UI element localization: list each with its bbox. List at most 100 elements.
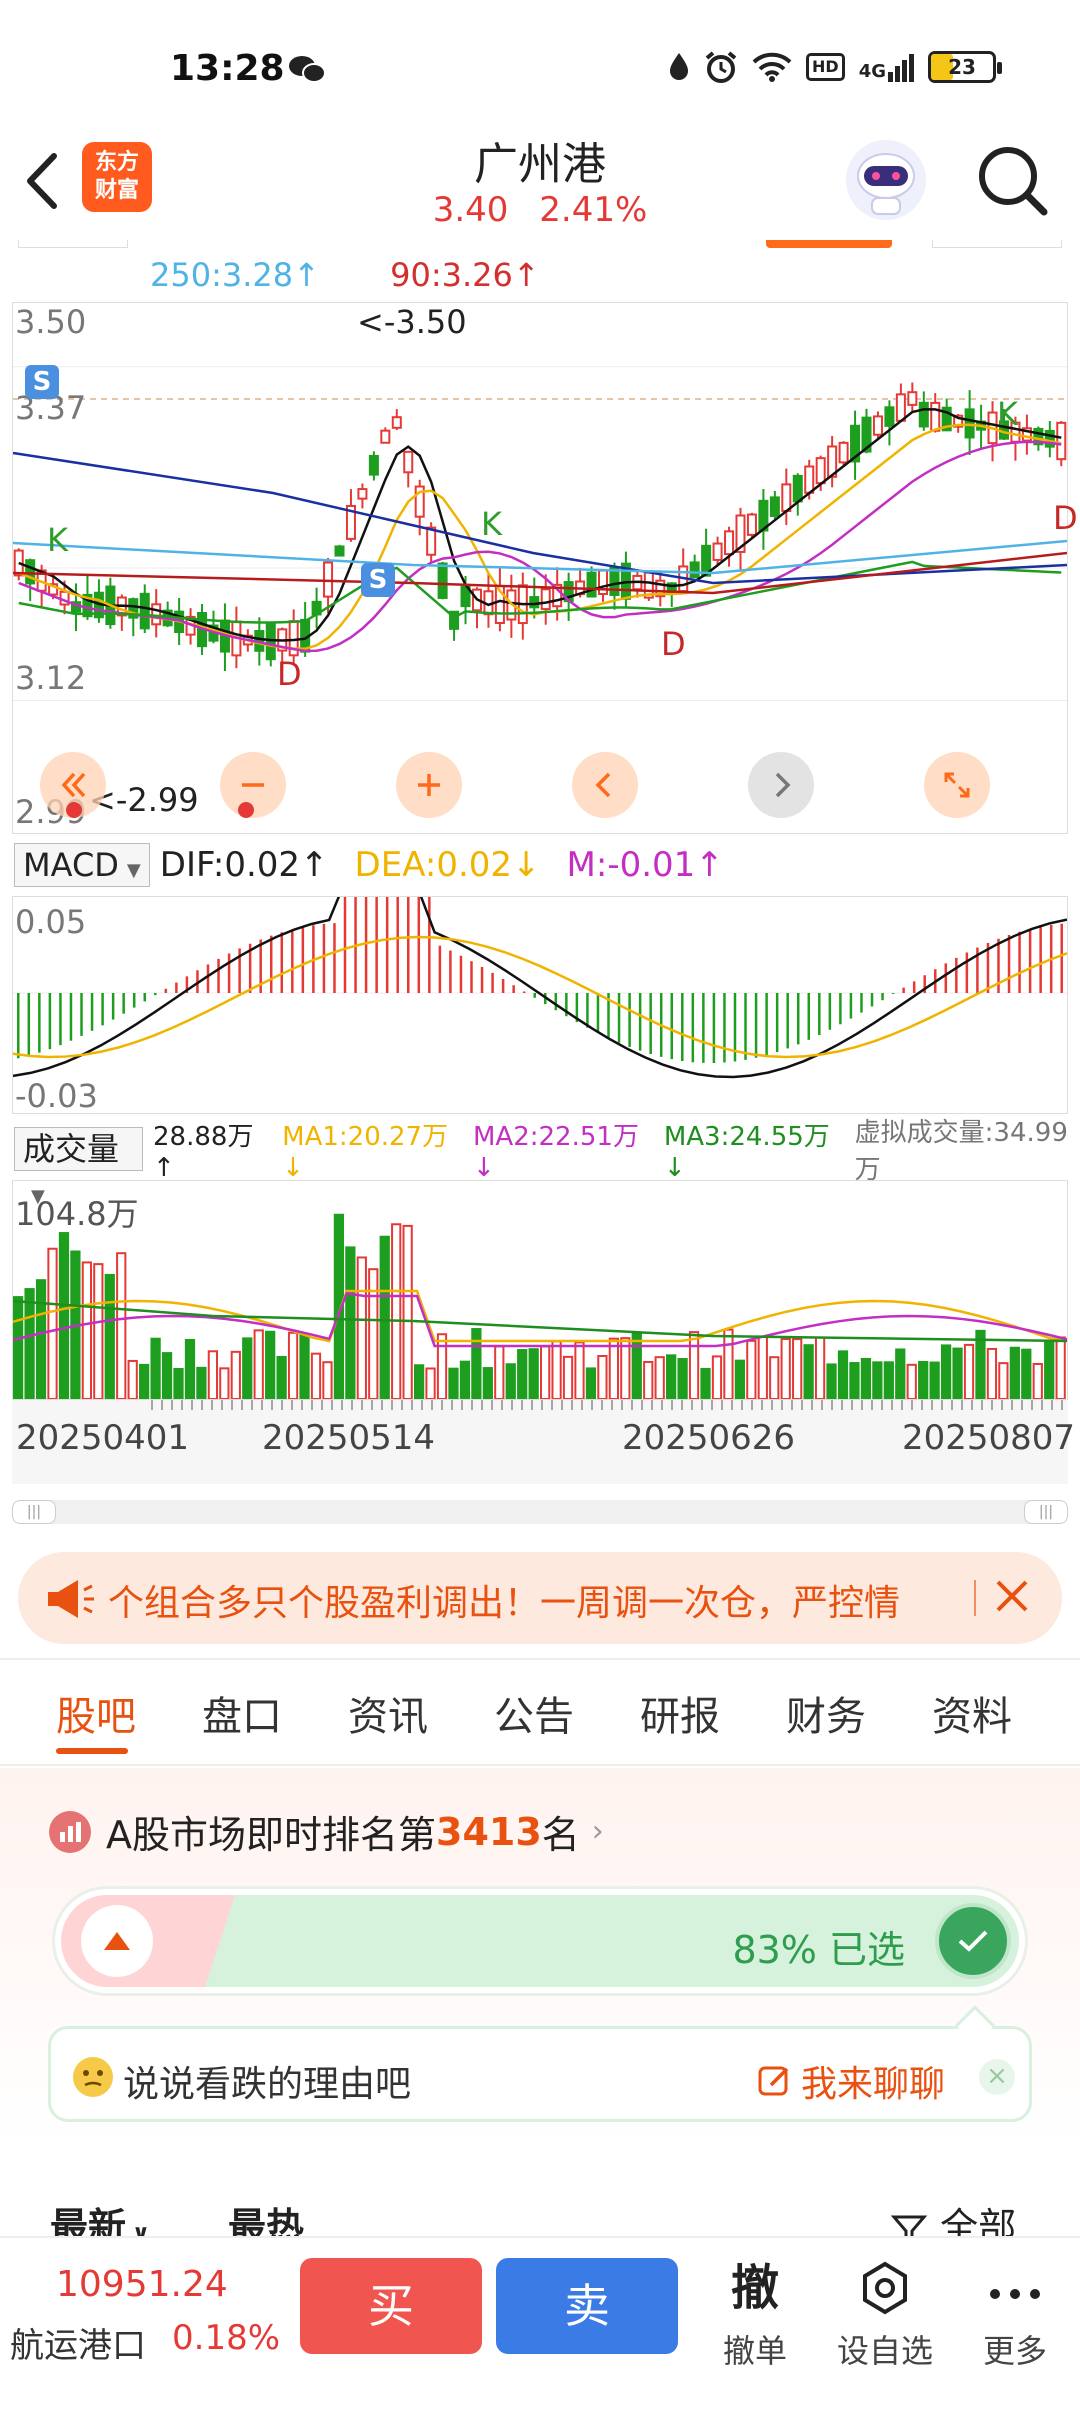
buy-button[interactable]: 买 [300,2258,482,2354]
macd-svg [12,863,1068,1079]
volume-bar [562,1355,574,1400]
volume-bar [643,1360,654,1400]
tab-finance[interactable]: 财务 [786,1684,866,1742]
volume-bar [986,1347,998,1400]
alarm-icon [705,51,737,83]
tab-pankou[interactable]: 盘口 [202,1684,282,1742]
ma-summary: 250:3.28↑ 90:3.26↑ [150,256,540,294]
active-tab-underline [56,1748,128,1754]
volume-bar [711,1355,723,1401]
close-icon[interactable]: × [979,2059,1015,2095]
volume-bar [436,1333,448,1400]
dea-line [12,935,1068,1059]
cancel-order-button[interactable]: 撤 撤单 [700,2256,810,2372]
ma20-line [18,440,1062,653]
volume-chart[interactable]: 104.8万 [12,1180,1068,1401]
comment-prompt[interactable]: 说说看跌的理由吧 我来聊聊 × [48,2005,1032,2122]
range-handle-right[interactable]: ||| [1024,1500,1068,1524]
close-icon[interactable] [992,1576,1032,1616]
date-ticks [151,1400,1063,1410]
search-icon[interactable] [972,140,1052,220]
macd-axis-bottom: -0.03 [15,1077,98,1115]
macd-chart[interactable]: 0.05 -0.03 [12,863,1068,1115]
battery-level: 23 [948,55,976,79]
section-divider [0,1764,1080,1766]
volume-bar [368,1268,379,1400]
more-label: 更多 [982,2332,1047,2370]
sector-name[interactable]: 航运港口 [10,2318,146,2367]
volume-bar [906,1363,917,1401]
sentiment-panel: A股市场即时排名第 3413 名 › 83% 已选 说说看跌的理由吧 我来聊聊 … [0,1768,1080,2238]
s-signal-badge[interactable]: S [361,563,395,597]
volume-bar [35,1279,47,1400]
macd-dea: DEA:0.02↓ [354,845,541,885]
date-axis: 20250401 20250514 20250626 20250807 [12,1400,1075,1484]
range-handle-left[interactable]: ||| [12,1500,56,1524]
tab-research[interactable]: 研报 [640,1684,720,1742]
volume-bar [356,1256,367,1400]
market-rank[interactable]: A股市场即时排名第 3413 名 › [48,1804,604,1859]
sell-button[interactable]: 卖 [496,2258,678,2354]
tab-guba[interactable]: 股吧 [56,1684,136,1742]
zoom-in-button[interactable] [396,752,462,818]
volume-value: 28.88万↑ [153,1121,254,1183]
candle-body [895,393,906,422]
more-button[interactable]: 更多 [960,2256,1070,2372]
candle-body [815,457,826,485]
candle-body [437,562,448,599]
expand-icon [944,772,970,798]
scroll-left-button[interactable] [572,752,638,818]
candle-body [368,454,379,476]
promo-banner[interactable]: 个组合多只个股盈利调出！一周调一次仓，严控情 [18,1552,1062,1644]
candle-body [724,530,735,556]
volume-ma1: MA1:20.27万↓ [282,1121,449,1183]
volume-bar [196,1366,207,1400]
candle-body [792,474,803,503]
vote-down-button[interactable] [935,1903,1011,1979]
volume-bar [688,1331,700,1400]
double-left-icon [61,772,86,798]
volume-bar [13,1296,24,1400]
candle-body [781,483,792,512]
banner-divider [974,1580,976,1616]
s-signal-badge[interactable]: S [25,365,59,399]
d-marker: D [1053,499,1078,537]
current-dot [66,802,82,818]
volume-indicator-select[interactable]: 成交量▼ [14,1127,144,1207]
chat-button[interactable]: 我来聊聊 [757,2055,945,2107]
sort-hot[interactable]: 最热 [228,2196,304,2238]
scroll-right-button[interactable] [748,752,814,818]
volume-bar [918,1360,929,1401]
volume-bar [551,1340,562,1401]
sector-index-value[interactable]: 10951.24 [56,2264,228,2305]
candle-body [25,559,36,585]
robot-assistant-icon[interactable] [842,136,930,224]
sector-change-pct: 0.18% [172,2318,281,2358]
volume-bar [93,1263,104,1400]
vote-up-button[interactable] [81,1905,153,1977]
filter-all[interactable]: 全部 [890,2196,1016,2238]
chart-toolbar [40,752,1040,822]
tab-profile[interactable]: 资料 [932,1684,1012,1742]
sentiment-vote-bar[interactable]: 83% 已选 [52,1886,1028,1996]
volume-bar [104,1273,115,1400]
sort-latest[interactable]: 最新 ∨ [50,2196,150,2238]
tab-announcement[interactable]: 公告 [494,1684,574,1742]
fullscreen-button[interactable] [924,752,990,818]
macd-indicator-select[interactable]: MACD ▼ [14,843,150,887]
volume-bar [952,1347,963,1400]
price-axis-label: 3.12 [15,659,87,697]
range-scrollbar[interactable]: ||| ||| [12,1500,1068,1524]
volume-bar [585,1367,597,1400]
chevron-right-icon: › [591,1814,604,1849]
candle-body [689,561,700,579]
volume-bar [998,1362,1009,1400]
header: 东方 财富 广州港 3.40 2.41% [0,120,1080,240]
candle-body [872,415,883,436]
candle-body [426,526,437,556]
add-watchlist-button[interactable]: 设自选 [830,2256,940,2372]
volume-bar [116,1252,127,1401]
volume-bar [265,1330,276,1400]
candle-body [391,416,402,429]
tab-news[interactable]: 资讯 [348,1684,428,1742]
